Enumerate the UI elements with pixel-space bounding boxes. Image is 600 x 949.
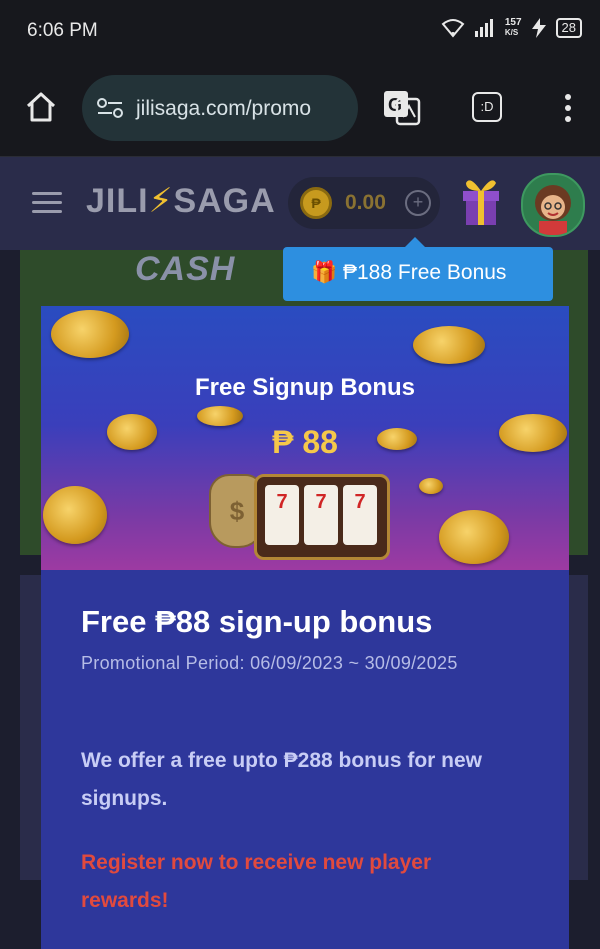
site-settings-icon[interactable] xyxy=(96,97,124,119)
deposit-plus-icon[interactable]: + xyxy=(405,190,431,216)
site-header: JILI⚡SAGA ₱ 0.00 + xyxy=(0,157,600,250)
promo-banner-image: Free Signup Bonus ₱ 88 $ 7 7 7 xyxy=(41,306,569,570)
slot-reel: 7 xyxy=(343,485,377,545)
gold-coin-icon xyxy=(439,510,509,564)
wifi-icon xyxy=(441,19,465,38)
tooltip-text: 🎁 ₱188 Free Bonus xyxy=(311,261,506,285)
gold-coin-icon xyxy=(197,406,243,426)
gold-coin-icon xyxy=(419,478,443,494)
network-speed: 157 K/S xyxy=(505,18,522,38)
translate-icon[interactable]: G xyxy=(383,90,421,126)
logo-bolt-icon: ⚡ xyxy=(148,182,174,220)
tooltip-label: ₱188 Free Bonus xyxy=(343,261,507,284)
battery-level: 28 xyxy=(555,18,582,38)
hamburger-menu-icon[interactable] xyxy=(32,192,62,219)
promo-card: Free Signup Bonus ₱ 88 $ 7 7 7 Free ₱88 … xyxy=(41,306,569,949)
home-icon[interactable] xyxy=(24,90,58,124)
free-bonus-tooltip[interactable]: 🎁 ₱188 Free Bonus xyxy=(283,237,553,301)
promo-title: Free ₱88 sign-up bonus xyxy=(81,604,433,639)
logo-left-text: JILI xyxy=(86,182,149,220)
address-bar[interactable]: jilisaga.com/promo xyxy=(82,75,358,141)
slot-reel: 7 xyxy=(304,485,338,545)
status-bar: 6:06 PM 157 K/S 28 xyxy=(0,0,600,60)
browser-toolbar: jilisaga.com/promo G :D xyxy=(0,60,600,157)
gift-icon: 🎁 xyxy=(311,261,338,284)
browser-menu-icon[interactable] xyxy=(560,94,576,124)
balance-pill[interactable]: ₱ 0.00 + xyxy=(288,177,440,229)
gold-coin-icon xyxy=(413,326,485,364)
balance-value: 0.00 xyxy=(345,191,386,214)
background-banner-text: CASH xyxy=(135,250,236,288)
tooltip-arrow xyxy=(405,237,425,247)
promo-period: Promotional Period: 06/09/2023 ~ 30/09/2… xyxy=(81,653,458,673)
status-time: 6:06 PM xyxy=(27,20,98,41)
gift-box-icon[interactable] xyxy=(460,171,502,227)
coin-icon: ₱ xyxy=(300,187,332,219)
gold-coin-icon xyxy=(51,310,129,358)
avatar-face-icon xyxy=(535,185,571,235)
logo-right-text: SAGA xyxy=(173,182,276,220)
url-text: jilisaga.com/promo xyxy=(136,97,312,120)
promo-register-cta[interactable]: Register now to receive new player rewar… xyxy=(81,844,501,920)
status-icons: 157 K/S 28 xyxy=(441,18,582,38)
signal-icon xyxy=(474,19,493,37)
gold-coin-icon xyxy=(43,486,107,544)
tab-switcher-button[interactable]: :D xyxy=(472,92,502,122)
charging-bolt-icon xyxy=(531,18,546,38)
user-avatar[interactable] xyxy=(521,173,585,237)
promo-image-heading: Free Signup Bonus xyxy=(194,374,415,401)
speed-value: 157 xyxy=(504,17,522,28)
slot-machine-icon: 7 7 7 xyxy=(254,474,390,560)
slot-reel: 7 xyxy=(265,485,299,545)
site-logo[interactable]: JILI⚡SAGA xyxy=(86,181,276,221)
promo-image-amount: ₱ 88 xyxy=(272,424,338,460)
promo-description: We offer a free upto ₱288 bonus for new … xyxy=(81,749,483,810)
speed-unit: K/S xyxy=(504,28,519,37)
